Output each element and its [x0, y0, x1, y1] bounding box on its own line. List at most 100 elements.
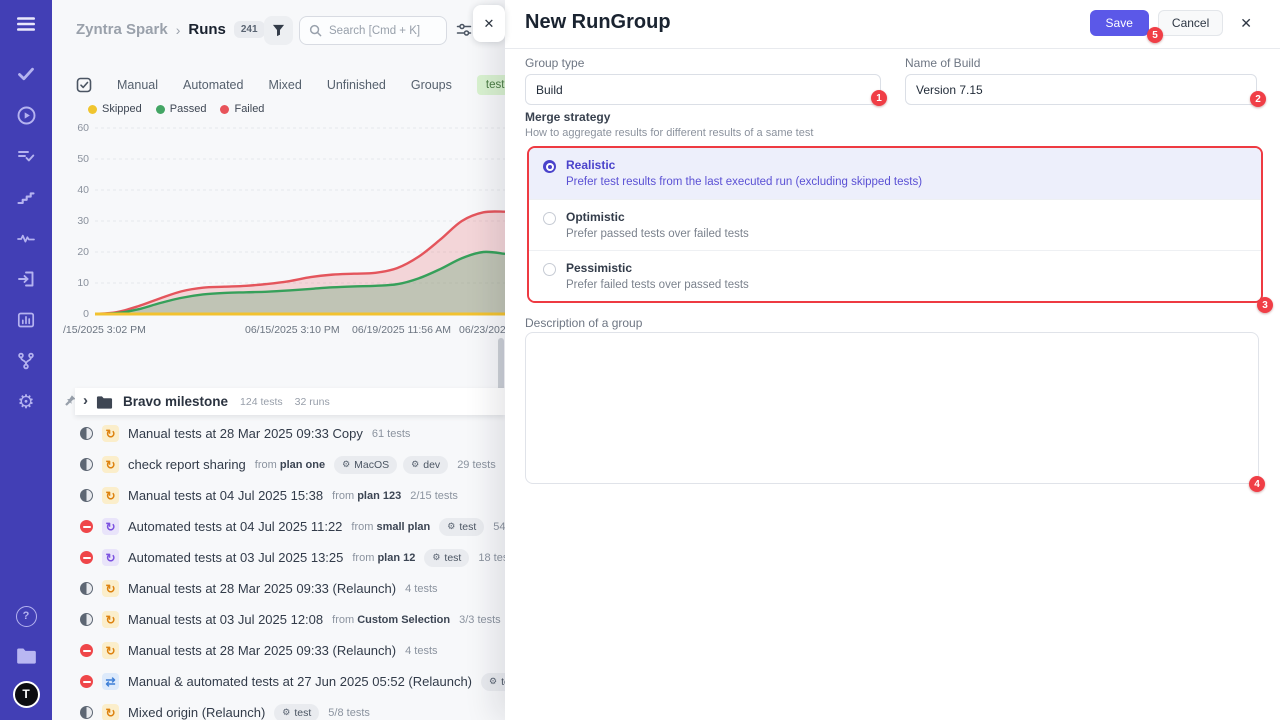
milestones-icon[interactable] [12, 185, 40, 209]
run-kind-icon: ↻ [102, 580, 119, 597]
import-runs-icon[interactable] [12, 267, 40, 291]
run-meta: 5/8 tests [328, 707, 370, 719]
run-kind-icon: ↻ [102, 704, 119, 720]
chevron-right-icon[interactable]: › [83, 393, 88, 408]
gear-icon: ⚙ [447, 521, 455, 532]
settings-gear-icon[interactable]: ⚙ [12, 390, 40, 414]
run-meta: 2/15 tests [410, 490, 458, 502]
run-title[interactable]: Manual & automated tests at 27 Jun 2025 … [128, 674, 472, 689]
annotation-badge-4: 4 [1249, 476, 1265, 492]
run-list-item[interactable]: ↻ Manual tests at 28 Mar 2025 09:33 (Rel… [75, 573, 505, 604]
run-title[interactable]: Manual tests at 03 Jul 2025 12:08 [128, 612, 323, 627]
search-input[interactable]: Search [Cmd + K] [299, 16, 447, 45]
folder-icon [16, 647, 37, 664]
tag-badge: ⚙test [481, 673, 505, 691]
run-status-icon [80, 582, 93, 595]
menu-icon[interactable] [12, 12, 40, 36]
run-kind-icon: ↻ [102, 487, 119, 504]
drawer-edge-close-button[interactable]: ✕ [473, 5, 505, 42]
projects-folder-icon[interactable] [12, 643, 40, 667]
run-list-item[interactable]: ↻ check report sharing from plan one ⚙Ma… [75, 449, 505, 480]
run-list-item[interactable]: ↻ Automated tests at 03 Jul 2025 13:25 f… [75, 542, 505, 573]
runs-play-icon[interactable] [12, 103, 40, 127]
option-realistic[interactable]: Realistic Prefer test results from the l… [529, 148, 1261, 199]
folder-icon [96, 395, 113, 409]
radio-checked-icon[interactable] [543, 160, 556, 173]
display-settings-button[interactable] [456, 22, 472, 41]
tasks-check-icon[interactable] [12, 62, 40, 86]
run-from-label: from plan one [255, 459, 325, 471]
save-button[interactable]: Save [1090, 10, 1149, 36]
annotation-badge-3: 3 [1257, 297, 1273, 313]
tab-manual[interactable]: Manual [117, 78, 158, 92]
run-title[interactable]: Manual tests at 04 Jul 2025 15:38 [128, 488, 323, 503]
run-list-item[interactable]: ↻ Manual tests at 28 Mar 2025 09:33 Copy… [75, 418, 505, 449]
run-status-icon [80, 489, 93, 502]
y-tick-label: 20 [63, 246, 89, 258]
run-list-item[interactable]: ↻ Manual tests at 04 Jul 2025 15:38 from… [75, 480, 505, 511]
logo-avatar[interactable]: T [12, 682, 40, 706]
option-pessimistic[interactable]: Pessimistic Prefer failed tests over pas… [529, 250, 1261, 301]
run-from-label: from Custom Selection [332, 614, 450, 626]
test-plans-icon[interactable] [12, 144, 40, 168]
branches-icon[interactable] [12, 349, 40, 373]
tab-unfinished[interactable]: Unfinished [327, 78, 386, 92]
run-list-item[interactable]: ↻ Mixed origin (Relaunch) ⚙test 5/8 test… [75, 697, 505, 720]
run-list-item[interactable]: ⇄ Manual & automated tests at 27 Jun 202… [75, 666, 505, 697]
merge-strategy-hint: How to aggregate results for different r… [525, 127, 813, 139]
option-description: Prefer failed tests over passed tests [566, 279, 749, 291]
milestone-folder-row[interactable]: › Bravo milestone 124 tests 32 runs [75, 388, 505, 415]
run-title[interactable]: Automated tests at 03 Jul 2025 13:25 [128, 550, 343, 565]
help-icon[interactable]: ? [12, 604, 40, 628]
run-title[interactable]: Automated tests at 04 Jul 2025 11:22 [128, 519, 342, 534]
bar-chart-icon [16, 310, 36, 330]
run-title[interactable]: Mixed origin (Relaunch) [128, 705, 265, 720]
option-optimistic[interactable]: Optimistic Prefer passed tests over fail… [529, 199, 1261, 250]
annotation-badge-1: 1 [871, 90, 887, 106]
run-title[interactable]: Manual tests at 28 Mar 2025 09:33 (Relau… [128, 643, 396, 658]
folder-title[interactable]: Bravo milestone [123, 394, 228, 409]
run-title[interactable]: Manual tests at 28 Mar 2025 09:33 Copy [128, 426, 363, 441]
gear-icon: ⚙ [342, 459, 350, 470]
description-textarea[interactable] [525, 332, 1259, 484]
build-name-value: Version 7.15 [916, 83, 983, 97]
run-kind-icon: ↻ [102, 611, 119, 628]
gear-icon: ⚙ [282, 707, 290, 718]
run-list-item[interactable]: ↻ Manual tests at 03 Jul 2025 12:08 from… [75, 604, 505, 635]
filter-button[interactable] [264, 16, 293, 45]
cancel-button[interactable]: Cancel [1158, 10, 1223, 36]
breadcrumb-project[interactable]: Zyntra Spark [76, 21, 168, 38]
y-tick-label: 40 [63, 184, 89, 196]
description-label: Description of a group [525, 316, 642, 330]
tab-groups[interactable]: Groups [411, 78, 452, 92]
checkbox-check-icon [76, 77, 92, 93]
radio-unchecked-icon[interactable] [543, 212, 556, 225]
group-type-value: Build [536, 83, 563, 97]
analytics-icon[interactable] [12, 308, 40, 332]
gear-icon: ⚙ [432, 552, 440, 563]
run-status-icon [80, 427, 93, 440]
run-list-item[interactable]: ↻ Automated tests at 04 Jul 2025 11:22 f… [75, 511, 505, 542]
build-name-input[interactable]: Version 7.15 [905, 74, 1257, 105]
drawer-title: New RunGroup [525, 11, 671, 34]
group-type-select[interactable]: Build [525, 74, 881, 105]
new-rungroup-drawer: New RunGroup Save Cancel ✕ Group type Bu… [505, 0, 1280, 720]
chart-svg [95, 120, 505, 320]
run-kind-icon: ↻ [102, 549, 119, 566]
run-title[interactable]: check report sharing [128, 457, 246, 472]
close-icon[interactable]: ✕ [1238, 15, 1254, 32]
annotation-badge-2: 2 [1250, 91, 1266, 107]
run-title[interactable]: Manual tests at 28 Mar 2025 09:33 (Relau… [128, 581, 396, 596]
tab-mixed[interactable]: Mixed [268, 78, 301, 92]
run-status-icon [80, 675, 93, 688]
run-list-item[interactable]: ↻ Manual tests at 28 Mar 2025 09:33 (Rel… [75, 635, 505, 666]
activity-icon [16, 228, 36, 248]
sliders-icon [456, 22, 472, 38]
tab-automated[interactable]: Automated [183, 78, 243, 92]
select-runs-icon[interactable] [76, 77, 92, 93]
run-kind-icon: ↻ [102, 456, 119, 473]
radio-unchecked-icon[interactable] [543, 263, 556, 276]
breadcrumb: Zyntra Spark › Runs 241 [76, 21, 265, 38]
pulse-icon[interactable] [12, 226, 40, 250]
drawer-actions: Save Cancel ✕ [1090, 10, 1254, 36]
